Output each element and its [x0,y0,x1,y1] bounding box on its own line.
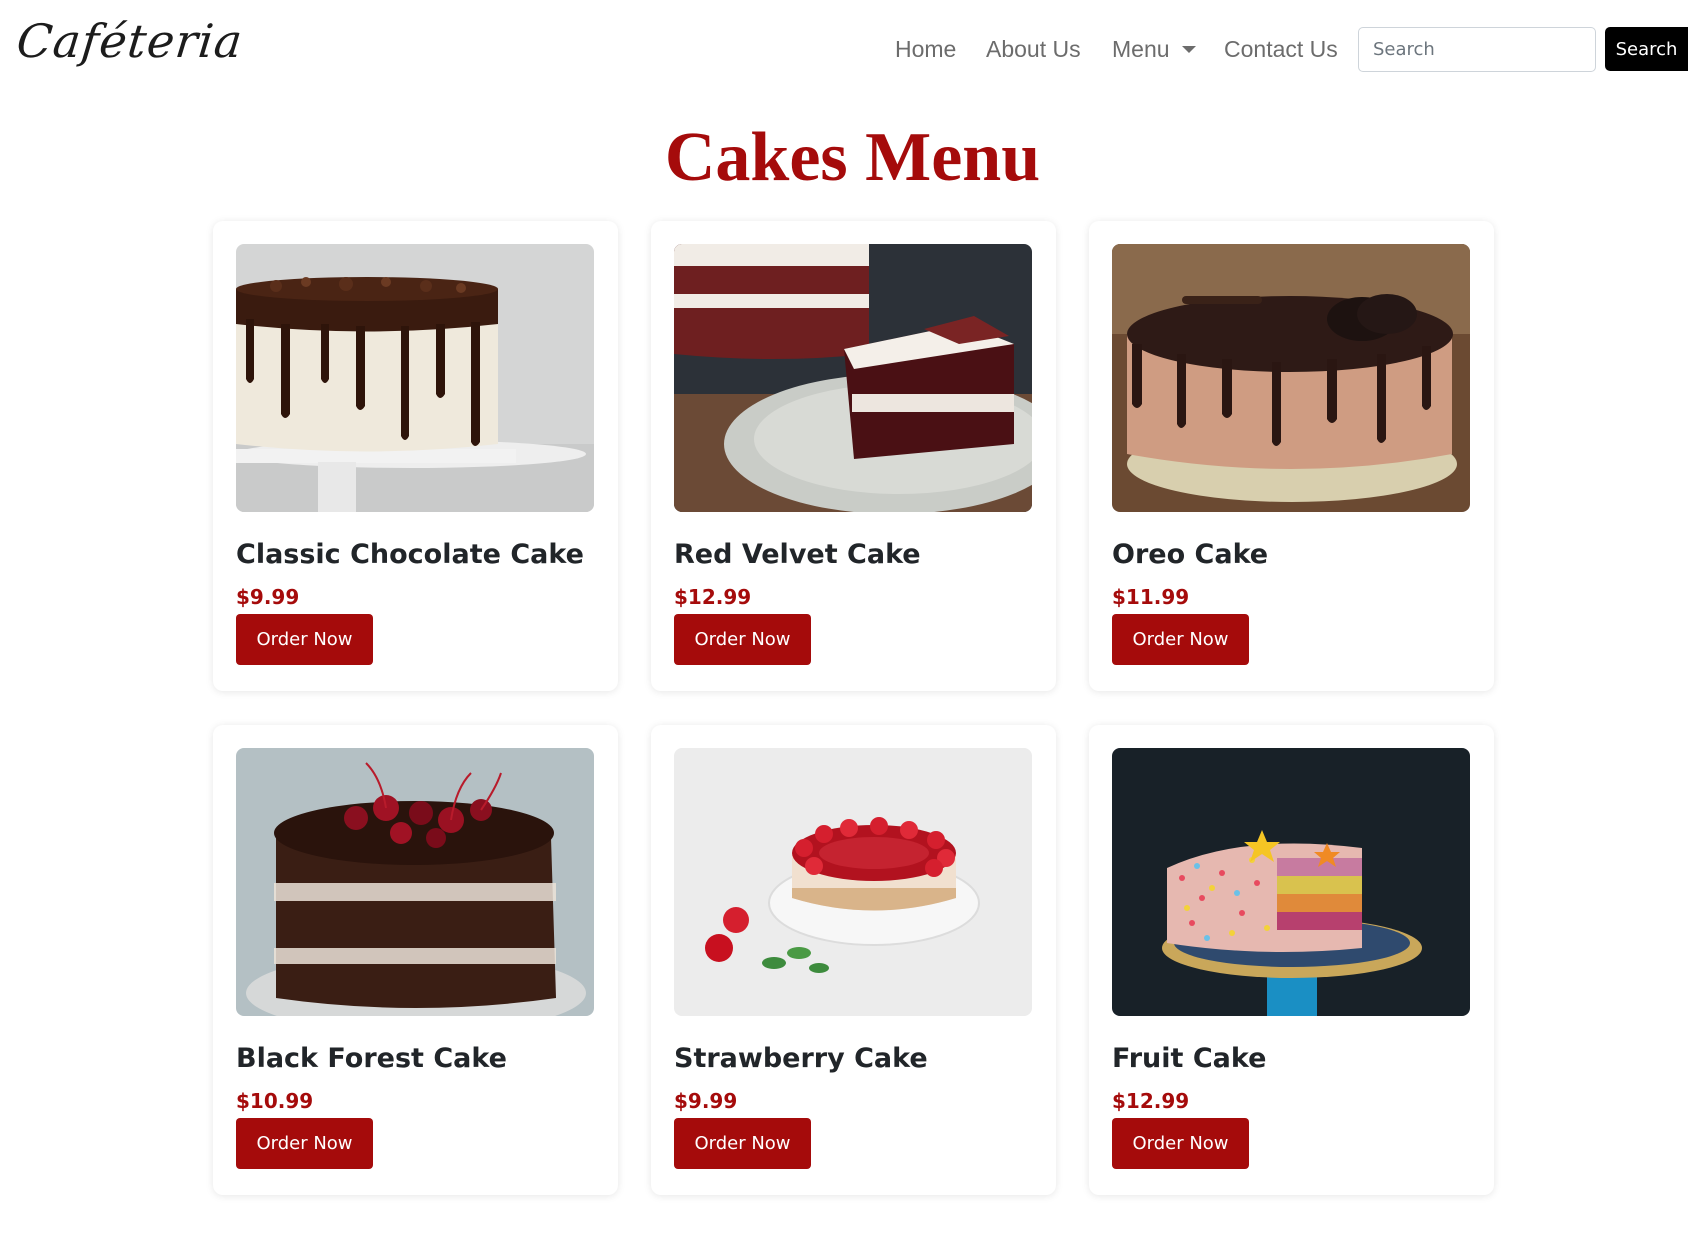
cake-name: Strawberry Cake [674,1043,928,1074]
cake-name: Black Forest Cake [236,1043,507,1074]
order-now-button[interactable]: Order Now [236,614,373,665]
cake-card: Oreo Cake $11.99 Order Now [1089,221,1494,691]
nav-menu-label: Menu [1112,35,1170,62]
order-now-button[interactable]: Order Now [236,1118,373,1169]
nav-contact-link[interactable]: Contact Us [1224,36,1338,63]
nav-menu-dropdown[interactable]: Menu [1112,36,1196,63]
cake-card: Red Velvet Cake $12.99 Order Now [651,221,1056,691]
cake-price: $10.99 [236,1089,314,1113]
cake-price: $9.99 [674,1089,738,1113]
order-now-button[interactable]: Order Now [1112,1118,1249,1169]
cake-name: Oreo Cake [1112,539,1269,570]
cake-price: $12.99 [674,585,752,609]
oreo-drip-cake-image [1112,244,1470,512]
brand-logo[interactable]: Caféteria [14,14,245,68]
chocolate-drip-cake-image [236,244,594,512]
strawberry-cheesecake-image [674,748,1032,1016]
cake-card: Classic Chocolate Cake $9.99 Order Now [213,221,618,691]
search-button[interactable]: Search [1605,27,1688,71]
navbar: Caféteria Home About Us Menu Contact Us … [0,0,1688,100]
sprinkle-fruit-cake-image [1112,748,1470,1016]
cake-price: $9.99 [236,585,300,609]
cake-card: Fruit Cake $12.99 Order Now [1089,725,1494,1195]
chevron-down-icon [1181,45,1196,53]
cake-card: Black Forest Cake $10.99 Order Now [213,725,618,1195]
order-now-button[interactable]: Order Now [674,1118,811,1169]
cake-card: Strawberry Cake $9.99 Order Now [651,725,1056,1195]
cake-price: $11.99 [1112,585,1190,609]
nav-home-link[interactable]: Home [895,36,956,63]
cake-name: Fruit Cake [1112,1043,1267,1074]
order-now-button[interactable]: Order Now [1112,614,1249,665]
red-velvet-slice-image [674,244,1032,512]
cake-name: Red Velvet Cake [674,539,921,570]
black-forest-cake-image [236,748,594,1016]
nav-about-link[interactable]: About Us [986,36,1081,63]
cake-name: Classic Chocolate Cake [236,539,584,570]
search-input[interactable] [1358,27,1596,72]
order-now-button[interactable]: Order Now [674,614,811,665]
page-title: Cakes Menu [664,119,1041,196]
cake-price: $12.99 [1112,1089,1190,1113]
